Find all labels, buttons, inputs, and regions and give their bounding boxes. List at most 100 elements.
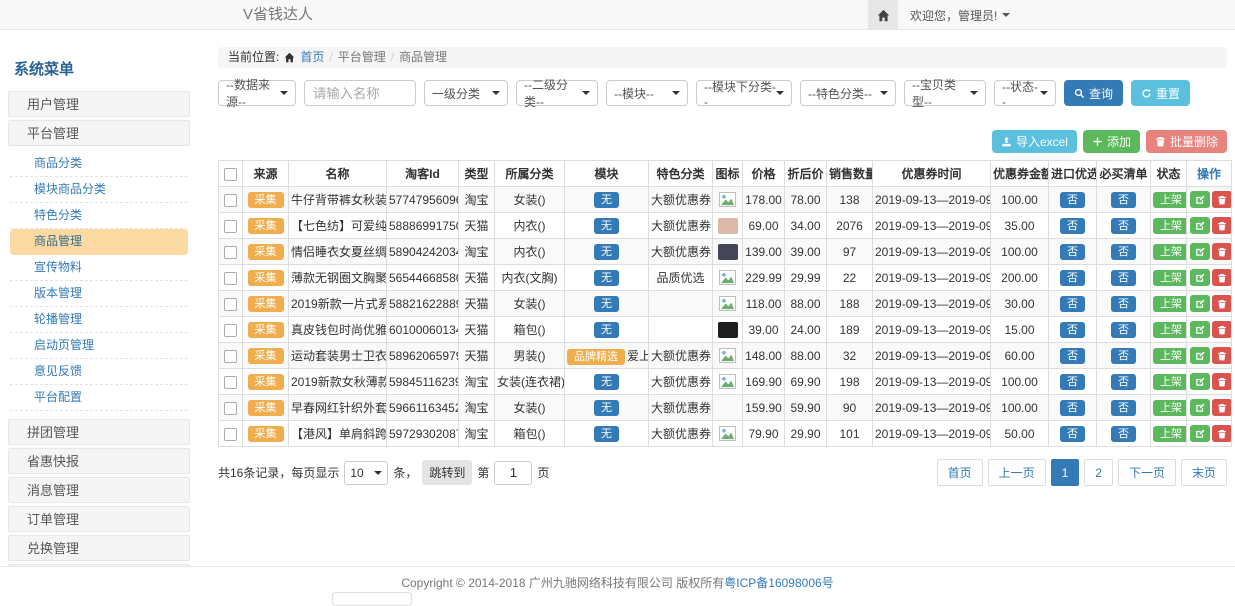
add-button[interactable]: 添加 — [1083, 130, 1140, 153]
row-checkbox[interactable] — [224, 376, 237, 389]
filter-select-module-sub-category[interactable]: --模块下分类-- — [696, 80, 792, 106]
must-buy-toggle[interactable]: 否 — [1111, 400, 1136, 416]
delete-button[interactable] — [1212, 425, 1232, 442]
row-checkbox[interactable] — [224, 272, 237, 285]
user-menu[interactable]: 欢迎您，管理员! — [910, 7, 1010, 24]
delete-button[interactable] — [1212, 321, 1232, 338]
import-select-toggle[interactable]: 否 — [1060, 426, 1085, 442]
delete-button[interactable] — [1212, 243, 1232, 260]
sidebar-group-groupbuy-mgmt[interactable]: 拼团管理 — [8, 419, 190, 445]
status-toggle[interactable]: 上架 — [1153, 322, 1187, 338]
delete-button[interactable] — [1212, 295, 1232, 312]
must-buy-toggle[interactable]: 否 — [1111, 426, 1136, 442]
filter-input-name[interactable] — [304, 80, 416, 106]
sidebar-item-platform-config[interactable]: 平台配置 — [10, 385, 188, 411]
page-number-input[interactable] — [494, 461, 532, 485]
row-checkbox[interactable] — [224, 220, 237, 233]
reset-button[interactable]: 重置 — [1131, 80, 1190, 106]
delete-button[interactable] — [1212, 373, 1232, 390]
page-button-prev[interactable]: 上一页 — [988, 459, 1046, 486]
home-icon-button[interactable] — [868, 0, 898, 30]
import-select-toggle[interactable]: 否 — [1060, 400, 1085, 416]
page-button-first[interactable]: 首页 — [937, 459, 983, 486]
edit-button[interactable] — [1190, 399, 1210, 416]
sidebar-item-feature-category[interactable]: 特色分类 — [10, 203, 188, 229]
import-excel-button[interactable]: 导入excel — [992, 130, 1077, 153]
batch-delete-button[interactable]: 批量删除 — [1146, 130, 1227, 153]
icp-link[interactable]: 粤ICP备16098006号 — [724, 576, 833, 590]
search-button[interactable]: 查询 — [1064, 80, 1123, 106]
import-select-toggle[interactable]: 否 — [1060, 270, 1085, 286]
sidebar-item-goods-mgmt[interactable]: 商品管理 — [10, 229, 188, 255]
status-toggle[interactable]: 上架 — [1153, 348, 1187, 364]
page-button-last[interactable]: 末页 — [1181, 459, 1227, 486]
edit-button[interactable] — [1190, 347, 1210, 364]
status-toggle[interactable]: 上架 — [1153, 296, 1187, 312]
row-checkbox[interactable] — [224, 350, 237, 363]
delete-button[interactable] — [1212, 269, 1232, 286]
must-buy-toggle[interactable]: 否 — [1111, 270, 1136, 286]
sidebar-group-message-mgmt[interactable]: 消息管理 — [8, 477, 190, 503]
page-button-page-2[interactable]: 2 — [1084, 459, 1113, 486]
status-toggle[interactable]: 上架 — [1153, 244, 1187, 260]
edit-button[interactable] — [1190, 191, 1210, 208]
filter-select-item-type[interactable]: --宝贝类型-- — [904, 80, 986, 106]
delete-button[interactable] — [1212, 347, 1232, 364]
import-select-toggle[interactable]: 否 — [1060, 244, 1085, 260]
jump-button[interactable]: 跳转到 — [422, 460, 472, 485]
sidebar-group-exchange-mgmt[interactable]: 兑换管理 — [8, 535, 190, 561]
import-select-toggle[interactable]: 否 — [1060, 192, 1085, 208]
must-buy-toggle[interactable]: 否 — [1111, 218, 1136, 234]
must-buy-toggle[interactable]: 否 — [1111, 244, 1136, 260]
sidebar-item-feedback[interactable]: 意见反馈 — [10, 359, 188, 385]
page-button-next[interactable]: 下一页 — [1118, 459, 1176, 486]
edit-button[interactable] — [1190, 295, 1210, 312]
status-toggle[interactable]: 上架 — [1153, 374, 1187, 390]
filter-select-feature-category[interactable]: --特色分类-- — [800, 80, 896, 106]
filter-select-module[interactable]: --模块-- — [606, 80, 688, 106]
row-checkbox[interactable] — [224, 402, 237, 415]
status-toggle[interactable]: 上架 — [1153, 426, 1187, 442]
edit-button[interactable] — [1190, 373, 1210, 390]
filter-select-level1-category[interactable]: 一级分类 — [424, 80, 508, 106]
edit-button[interactable] — [1190, 321, 1210, 338]
must-buy-toggle[interactable]: 否 — [1111, 374, 1136, 390]
delete-button[interactable] — [1212, 191, 1232, 208]
edit-button[interactable] — [1190, 243, 1210, 260]
import-select-toggle[interactable]: 否 — [1060, 374, 1085, 390]
delete-button[interactable] — [1212, 217, 1232, 234]
sidebar-group-platform-mgmt[interactable]: 平台管理 — [8, 120, 190, 146]
row-checkbox[interactable] — [224, 246, 237, 259]
row-checkbox[interactable] — [224, 298, 237, 311]
sidebar-item-version-mgmt[interactable]: 版本管理 — [10, 281, 188, 307]
must-buy-toggle[interactable]: 否 — [1111, 192, 1136, 208]
import-select-toggle[interactable]: 否 — [1060, 296, 1085, 312]
must-buy-toggle[interactable]: 否 — [1111, 348, 1136, 364]
sidebar-item-splash-mgmt[interactable]: 启动页管理 — [10, 333, 188, 359]
sidebar-item-carousel-mgmt[interactable]: 轮播管理 — [10, 307, 188, 333]
import-select-toggle[interactable]: 否 — [1060, 348, 1085, 364]
edit-button[interactable] — [1190, 217, 1210, 234]
per-page-select[interactable]: 10 — [344, 461, 388, 485]
filter-select-status[interactable]: --状态-- — [994, 80, 1056, 106]
status-toggle[interactable]: 上架 — [1153, 270, 1187, 286]
must-buy-toggle[interactable]: 否 — [1111, 322, 1136, 338]
filter-select-level2-category[interactable]: --二级分类-- — [516, 80, 598, 106]
row-checkbox[interactable] — [224, 428, 237, 441]
sidebar-item-module-goods-category[interactable]: 模块商品分类 — [10, 177, 188, 203]
row-checkbox[interactable] — [224, 194, 237, 207]
import-select-toggle[interactable]: 否 — [1060, 218, 1085, 234]
import-select-toggle[interactable]: 否 — [1060, 322, 1085, 338]
filter-select-data-source[interactable]: --数据来源-- — [218, 80, 296, 106]
must-buy-toggle[interactable]: 否 — [1111, 296, 1136, 312]
delete-button[interactable] — [1212, 399, 1232, 416]
sidebar-group-order-mgmt[interactable]: 订单管理 — [8, 506, 190, 532]
status-toggle[interactable]: 上架 — [1153, 218, 1187, 234]
status-toggle[interactable]: 上架 — [1153, 400, 1187, 416]
sidebar-item-goods-category[interactable]: 商品分类 — [10, 151, 188, 177]
edit-button[interactable] — [1190, 425, 1210, 442]
row-checkbox[interactable] — [224, 324, 237, 337]
page-button-page-1[interactable]: 1 — [1051, 459, 1080, 486]
sidebar-group-saving-news[interactable]: 省惠快报 — [8, 448, 190, 474]
edit-button[interactable] — [1190, 269, 1210, 286]
